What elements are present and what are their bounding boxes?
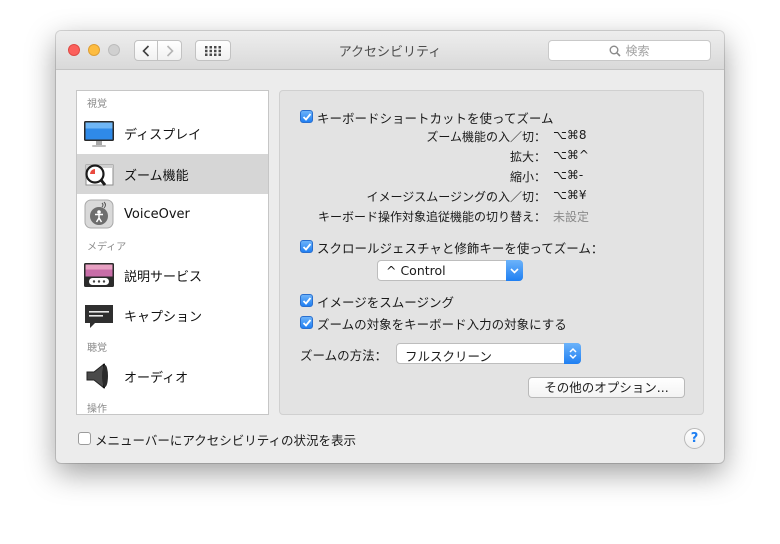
audio-icon [86, 362, 108, 390]
sidebar-item-voiceover[interactable]: VoiceOver [77, 194, 268, 234]
chevron-down-icon [506, 260, 523, 281]
close-button[interactable] [68, 44, 80, 56]
show-status-in-menubar-label: メニューバーにアクセシビリティの状況を表示 [95, 433, 357, 448]
modifier-key-value: ^ Control [386, 263, 446, 278]
shortcut-focus-follow-label: キーボード操作対象追従機能の切り替え： [317, 210, 546, 224]
scroll-gesture-label: スクロールジェスチャと修飾キーを使ってズーム： [317, 241, 604, 256]
show-status-in-menubar-checkbox[interactable] [78, 432, 91, 445]
sidebar-item-label: ズーム機能 [124, 168, 189, 184]
keyboard-shortcut-checkbox[interactable] [300, 110, 313, 123]
sidebar-item-zoom[interactable]: ズーム機能 [77, 154, 268, 194]
sidebar-item-captions[interactable]: キャプション [77, 295, 268, 335]
shortcut-zoom-in-value: ⌥⌘^ [553, 148, 589, 162]
fullscreen-button[interactable] [108, 44, 120, 56]
checkmark-icon [302, 319, 312, 327]
smooth-images-checkbox[interactable] [300, 294, 313, 307]
checkmark-icon [302, 243, 312, 251]
search-icon [609, 45, 622, 57]
sidebar-item-descriptions[interactable]: 説明サービス [77, 255, 268, 295]
keyboard-shortcut-label: キーボードショートカットを使ってズーム [317, 111, 554, 126]
zoom-style-select[interactable]: フルスクリーン [396, 343, 581, 364]
display-icon [84, 121, 114, 147]
zoom-style-value: フルスクリーン [405, 349, 492, 364]
shortcut-focus-follow-value[interactable]: 未設定 [553, 208, 589, 225]
category-interaction: 操作 [87, 404, 107, 415]
minimize-button[interactable] [88, 44, 100, 56]
follow-focus-checkbox[interactable] [300, 316, 313, 329]
zoom-settings-panel: キーボードショートカットを使ってズーム ズーム機能の入／切： ⌥⌘8 拡大： ⌥… [279, 90, 704, 415]
sidebar-item-label: 説明サービス [124, 269, 203, 285]
smooth-images-label: イメージをスムージング [317, 295, 455, 310]
window-title: アクセシビリティ [338, 45, 442, 60]
sidebar-item-label: オーディオ [124, 370, 189, 386]
updown-arrows-icon [564, 343, 581, 364]
category-media: メディア [87, 242, 127, 253]
shortcut-zoom-out-value: ⌥⌘- [553, 168, 584, 182]
checkmark-icon [302, 297, 312, 305]
sidebar-item-label: キャプション [124, 309, 203, 325]
sidebar-item-label: ディスプレイ [124, 127, 202, 143]
more-options-button[interactable]: その他のオプション... [528, 377, 685, 398]
shortcut-toggle-label: ズーム機能の入／切： [426, 130, 546, 144]
shortcut-smoothing-label: イメージスムージングの入／切： [366, 190, 546, 204]
chevron-right-icon [166, 44, 174, 57]
shortcut-toggle-value: ⌥⌘8 [553, 128, 587, 142]
chevron-left-icon [142, 44, 150, 57]
sidebar: 視覚 ディスプレイ ズーム機能 VoiceOver メディア 説明サービス キャ… [76, 90, 269, 415]
category-hearing: 聴覚 [87, 343, 107, 354]
checkmark-icon [302, 113, 312, 121]
show-all-button[interactable] [195, 40, 231, 61]
zoom-style-label: ズームの方法： [300, 348, 388, 363]
sidebar-item-audio[interactable]: オーディオ [77, 356, 268, 396]
descriptions-icon [84, 263, 114, 287]
help-button[interactable]: ? [684, 428, 705, 449]
scroll-gesture-checkbox[interactable] [300, 240, 313, 253]
captions-icon [85, 305, 113, 328]
sidebar-item-label: VoiceOver [124, 206, 190, 222]
voiceover-icon [84, 199, 114, 229]
back-button[interactable] [134, 40, 158, 61]
forward-button[interactable] [158, 40, 182, 61]
titlebar: アクセシビリティ 検索 [56, 31, 724, 70]
search-placeholder: 検索 [625, 44, 650, 58]
category-vision: 視覚 [87, 99, 107, 110]
search-field[interactable]: 検索 [548, 40, 711, 61]
sidebar-item-display[interactable]: ディスプレイ [77, 113, 268, 153]
follow-focus-label: ズームの対象をキーボード入力の対象にする [317, 317, 567, 332]
shortcut-zoom-out-label: 縮小： [509, 170, 546, 184]
preferences-window: アクセシビリティ 検索 視覚 ディスプレイ ズーム機能 VoiceOver メデ… [56, 31, 724, 463]
zoom-icon [85, 164, 114, 186]
modifier-key-select[interactable]: ^ Control [377, 260, 523, 281]
grid-icon [205, 45, 221, 56]
shortcut-zoom-in-label: 拡大： [509, 150, 546, 164]
shortcut-smoothing-value: ⌥⌘¥ [553, 188, 587, 202]
